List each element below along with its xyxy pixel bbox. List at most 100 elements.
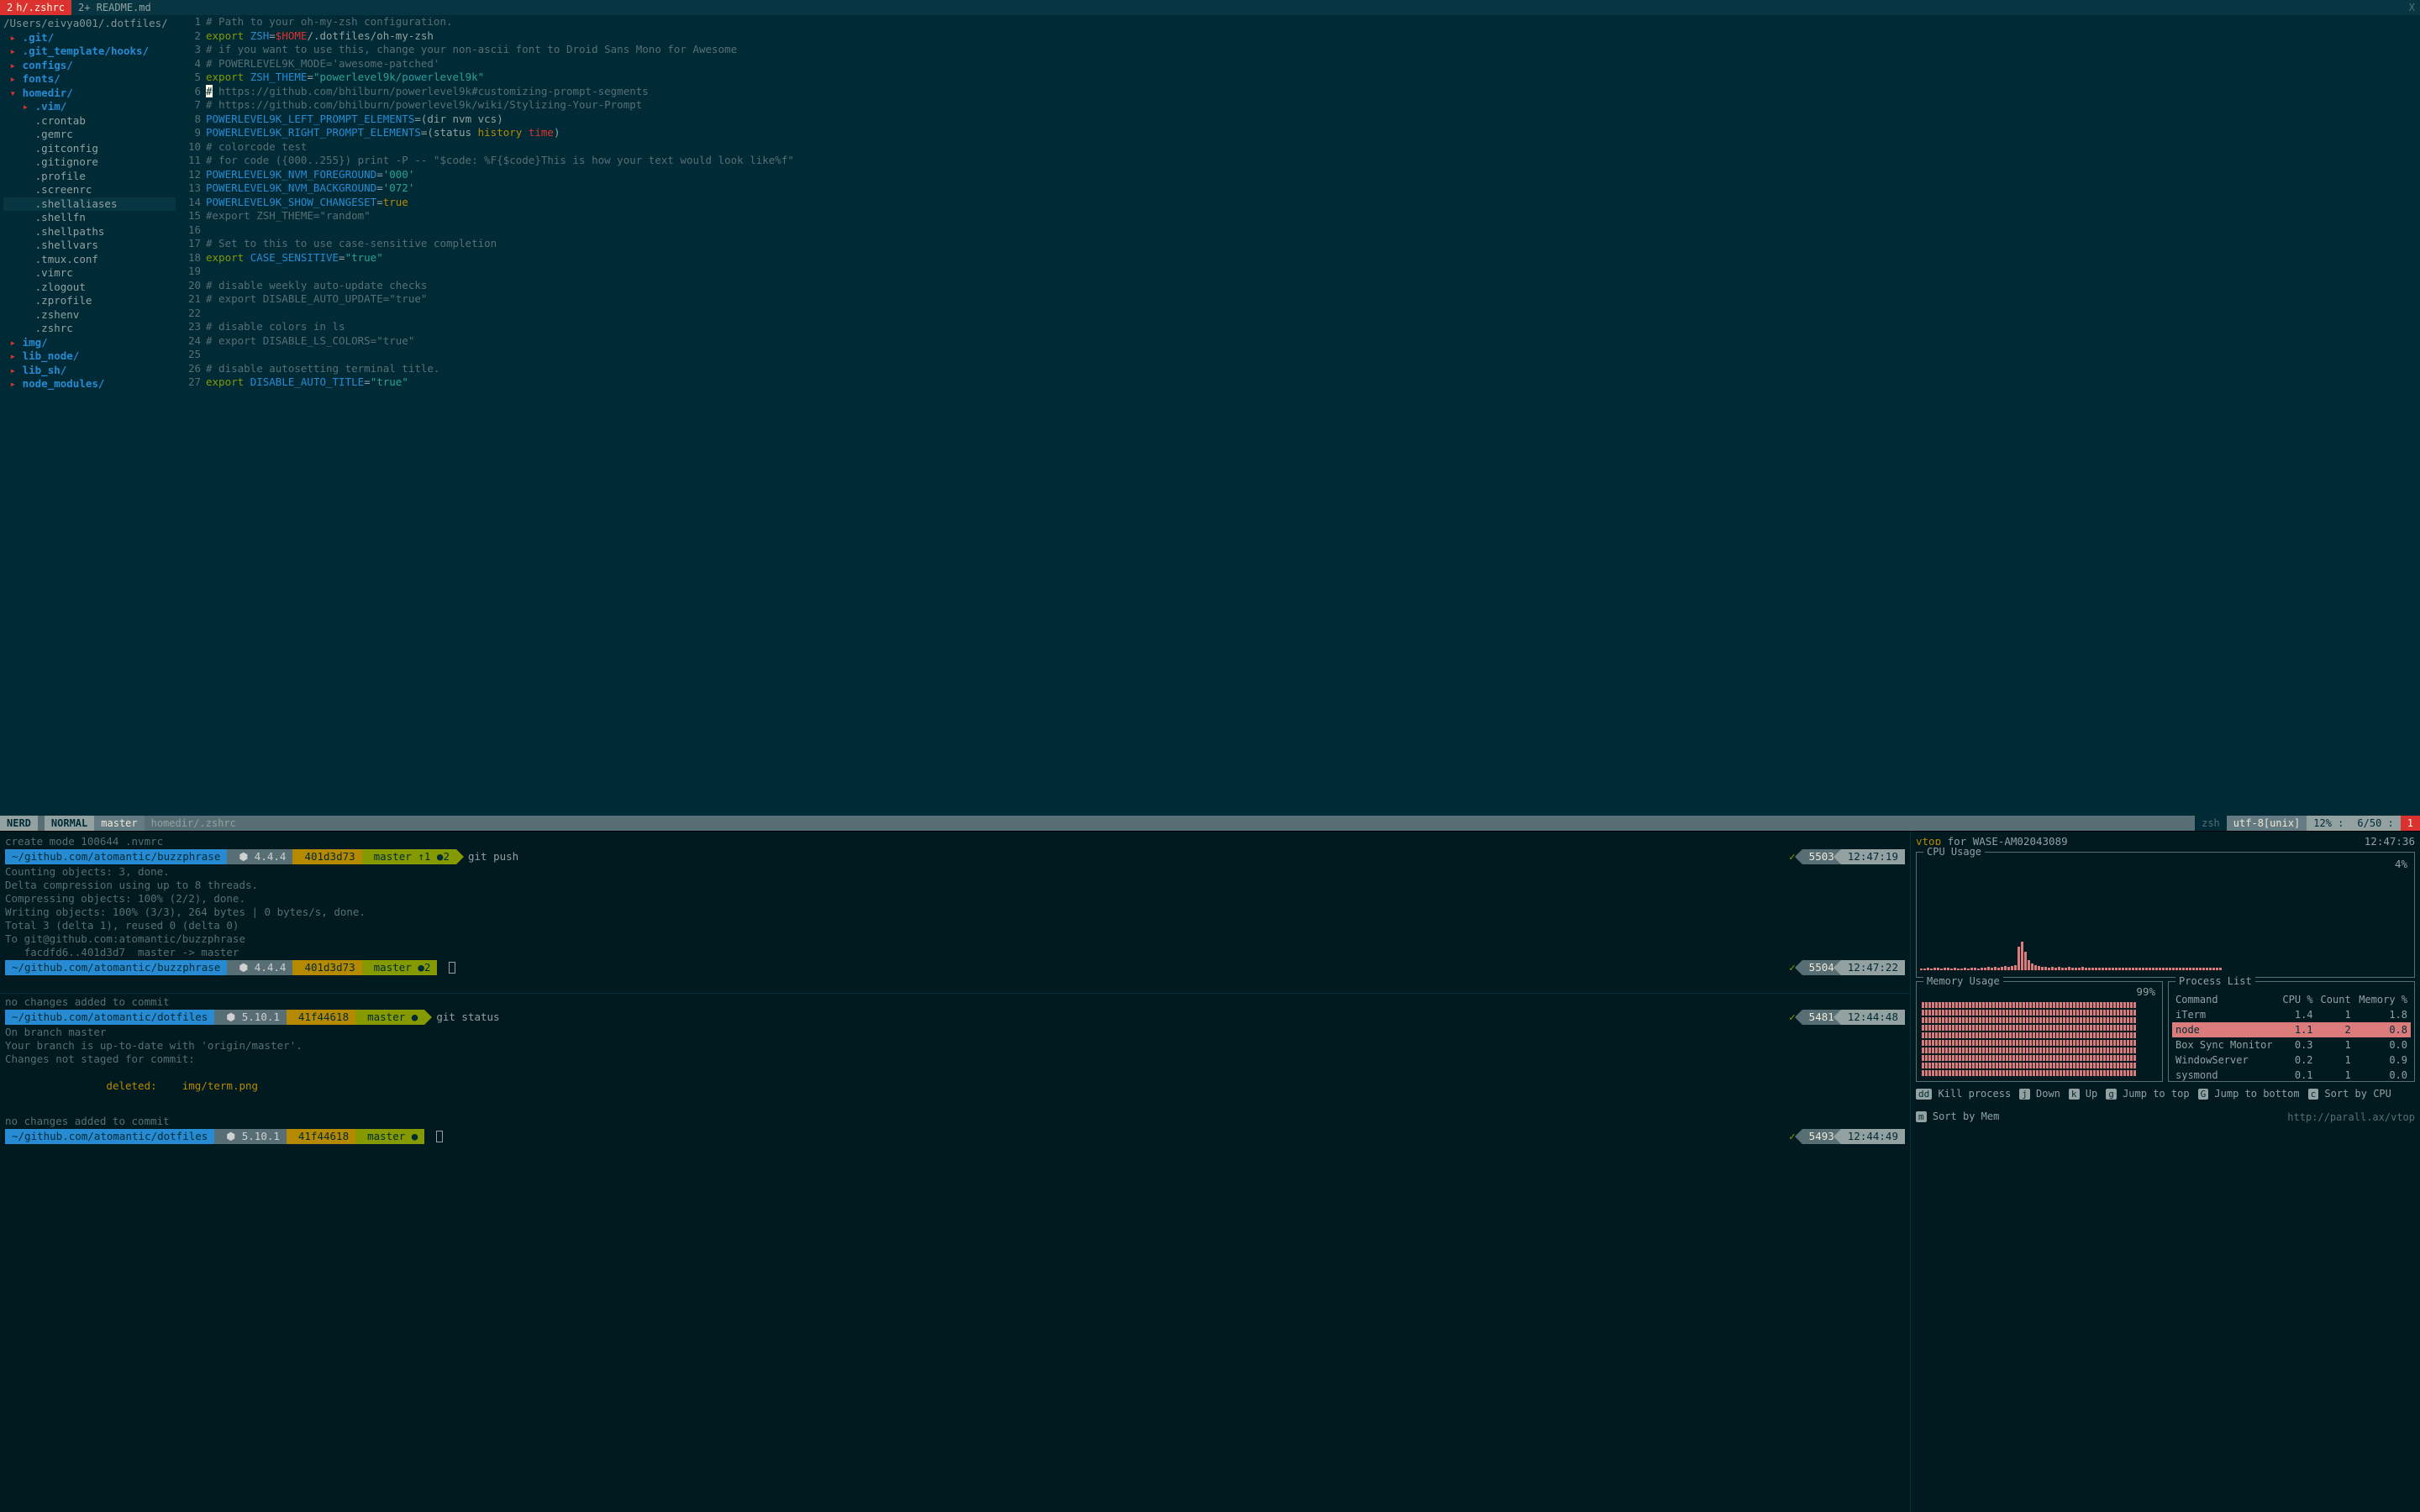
tree-file[interactable]: .shellaliases: [3, 197, 176, 212]
tree-file[interactable]: .zshrc: [3, 322, 176, 336]
tree-file[interactable]: .screenrc: [3, 183, 176, 197]
cpu-bar: [2175, 968, 2178, 970]
tree-dir[interactable]: ▸ .git_template/hooks/: [3, 45, 176, 59]
tree-dir[interactable]: ▾ homedir/: [3, 87, 176, 101]
git-output: create mode 100644 .nvmrc: [5, 835, 1905, 848]
cpu-bar: [2118, 968, 2121, 970]
close-icon[interactable]: X: [2409, 2, 2420, 13]
tree-dir[interactable]: ▸ node_modules/: [3, 377, 176, 391]
cpu-bar: [2048, 968, 2050, 970]
tree-file[interactable]: .zprofile: [3, 294, 176, 308]
proc-row[interactable]: Box Sync Monitor0.310.0: [2172, 1037, 2411, 1053]
code-line: # if you want to use this, change your n…: [206, 43, 2420, 57]
proc-row[interactable]: sysmond0.110.0: [2172, 1068, 2411, 1083]
tree-file[interactable]: .zlogout: [3, 281, 176, 295]
vtop-pane[interactable]: vtop for WASE-AM02043089 12:47:36 CPU Us…: [1911, 832, 2420, 1512]
cpu-bar: [1923, 969, 1926, 970]
tree-file[interactable]: .shellpaths: [3, 225, 176, 239]
cpu-bar: [1991, 968, 1993, 970]
cpu-bar: [2125, 968, 2128, 970]
line-number: 23: [179, 320, 201, 334]
tree-dir[interactable]: ▸ lib_sh/: [3, 364, 176, 378]
vtop-shortcut[interactable]: k Up: [2069, 1087, 2097, 1101]
line-number: 25: [179, 348, 201, 362]
proc-row[interactable]: iTerm1.411.8: [2172, 1007, 2411, 1022]
tree-dir[interactable]: ▸ img/: [3, 336, 176, 350]
cpu-bar: [2169, 968, 2171, 970]
shell-prompt[interactable]: ~/github.com/atomantic/dotfiles⬢ 5.10.14…: [5, 1010, 1905, 1025]
proc-row[interactable]: node1.120.8: [2172, 1022, 2411, 1037]
line-number-gutter: 1234567891011121314151617181920212223242…: [179, 15, 206, 816]
proc-row[interactable]: WindowServer0.210.9: [2172, 1053, 2411, 1068]
cpu-bar: [2001, 967, 2003, 970]
tree-file[interactable]: .gemrc: [3, 128, 176, 142]
vtop-shortcut[interactable]: g Jump to top: [2106, 1087, 2189, 1101]
status-encoding: utf-8[unix]: [2227, 816, 2307, 831]
tree-file[interactable]: .crontab: [3, 114, 176, 129]
shell-prompt[interactable]: ~/github.com/atomantic/buzzphrase⬢ 4.4.4…: [5, 849, 1905, 864]
vtop-shortcut[interactable]: c Sort by CPU: [2308, 1087, 2391, 1101]
tree-dir[interactable]: ▸ configs/: [3, 59, 176, 73]
prompt-node-version: ⬢ 4.4.4: [227, 960, 292, 975]
tree-file[interactable]: .shellfn: [3, 211, 176, 225]
vim-statusline: NERD NORMAL master homedir/.zshrc zsh ut…: [0, 816, 2420, 831]
status-column: 1: [2401, 816, 2420, 831]
tree-file[interactable]: .gitignore: [3, 155, 176, 170]
tree-dir[interactable]: ▸ .vim/: [3, 100, 176, 114]
editor-buffer[interactable]: 1234567891011121314151617181920212223242…: [179, 15, 2420, 816]
prompt-git-branch: master ●2: [362, 960, 438, 975]
vtop-shortcut[interactable]: m Sort by Mem: [1916, 1110, 1999, 1124]
code-line: # disable colors in ls: [206, 320, 2420, 334]
line-number: 7: [179, 98, 201, 113]
code-line: export ZSH=$HOME/.dotfiles/oh-my-zsh: [206, 29, 2420, 44]
code-line: # https://github.com/bhilburn/powerlevel…: [206, 98, 2420, 113]
vtop-footer: dd Kill process j Down k Up g Jump to top G …: [1916, 1087, 2415, 1124]
cpu-bar: [1974, 968, 1976, 970]
proc-header[interactable]: Command: [2172, 992, 2278, 1007]
tree-file[interactable]: .shellvars: [3, 239, 176, 253]
tab-readme[interactable]: 2+ README.md: [71, 0, 158, 15]
tree-dir[interactable]: ▸ .git/: [3, 31, 176, 45]
tree-file[interactable]: .vimrc: [3, 266, 176, 281]
cpu-bar: [2108, 968, 2111, 970]
tree-file[interactable]: .gitconfig: [3, 142, 176, 156]
proc-header[interactable]: Memory %: [2354, 992, 2411, 1007]
code-area[interactable]: # Path to your oh-my-zsh configuration.e…: [206, 15, 2420, 816]
vtop-shortcut[interactable]: G Jump to bottom: [2198, 1087, 2300, 1101]
tab-zshrc[interactable]: 2 h/.zshrc: [0, 0, 71, 15]
cpu-bar: [1977, 969, 1980, 970]
code-line: # Set to this to use case-sensitive comp…: [206, 237, 2420, 251]
cpu-bar: [2034, 965, 2037, 970]
cpu-bar: [2159, 968, 2161, 970]
prompt-node-version: ⬢ 5.10.1: [214, 1129, 287, 1144]
vtop-shortcut[interactable]: dd Kill process: [1916, 1087, 2011, 1101]
shell-prompt[interactable]: ~/github.com/atomantic/dotfiles⬢ 5.10.14…: [5, 1129, 1905, 1144]
line-number: 12: [179, 168, 201, 182]
cpu-bar: [2152, 968, 2154, 970]
cpu-bar: [2044, 967, 2047, 970]
cpu-bar: [2007, 967, 2010, 970]
tree-file[interactable]: .tmux.conf: [3, 253, 176, 267]
proc-header[interactable]: Count: [2317, 992, 2354, 1007]
prompt-git-hash: 41f44618: [287, 1010, 355, 1025]
tree-file[interactable]: .profile: [3, 170, 176, 184]
cpu-bar: [2172, 968, 2175, 970]
terminal-pane-left[interactable]: create mode 100644 .nvmrc ~/github.com/a…: [0, 832, 1911, 1512]
prompt-path: ~/github.com/atomantic/dotfiles: [5, 1010, 214, 1025]
vtop-shortcut[interactable]: j Down: [2019, 1087, 2060, 1101]
nerdtree-sidebar[interactable]: /Users/eivya001/.dotfiles/ ▸ .git/ ▸ .gi…: [0, 15, 179, 816]
terminal-output-line: Delta compression using up to 8 threads.: [5, 879, 1905, 892]
line-number: 17: [179, 237, 201, 251]
line-number: 2: [179, 29, 201, 44]
tree-dir[interactable]: ▸ fonts/: [3, 72, 176, 87]
process-table[interactable]: CommandCPU %CountMemory % iTerm1.411.8no…: [2172, 992, 2411, 1083]
tree-dir[interactable]: ▸ lib_node/: [3, 349, 176, 364]
status-branch: master: [94, 816, 144, 831]
prompt-git-branch: master ●: [355, 1129, 424, 1144]
proc-header[interactable]: CPU %: [2278, 992, 2316, 1007]
shell-prompt[interactable]: ~/github.com/atomantic/buzzphrase⬢ 4.4.4…: [5, 960, 1905, 975]
cpu-bar: [2088, 968, 2091, 970]
line-number: 24: [179, 334, 201, 349]
tree-file[interactable]: .zshenv: [3, 308, 176, 323]
cpu-bar: [2212, 968, 2215, 970]
